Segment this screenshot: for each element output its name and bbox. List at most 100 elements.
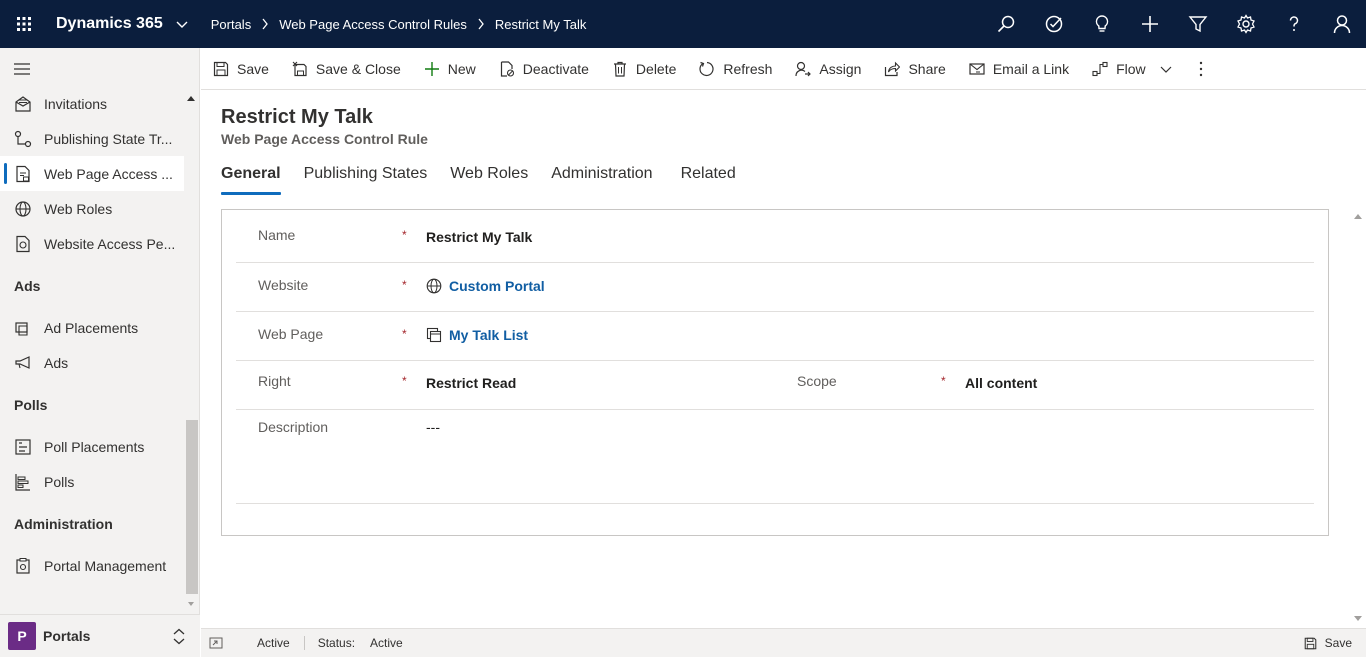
more-commands-button[interactable] xyxy=(1189,48,1213,90)
sidebar-item-label: Web Page Access ... xyxy=(44,165,173,182)
delete-button[interactable]: Delete xyxy=(600,48,687,90)
right-select[interactable]: Restrict Read xyxy=(426,375,516,391)
tab-general[interactable]: General xyxy=(221,165,281,195)
help-icon[interactable] xyxy=(1270,0,1318,48)
more-vertical-icon xyxy=(1199,61,1202,76)
save-and-close-label: Save & Close xyxy=(315,60,401,77)
breadcrumb-current-record: Restrict My Talk xyxy=(494,16,587,32)
delete-button-label: Delete xyxy=(635,60,677,77)
scope-select[interactable]: All content xyxy=(965,375,1037,391)
open-in-new-window-icon[interactable] xyxy=(209,637,223,649)
chevron-down-icon[interactable] xyxy=(1160,63,1172,75)
globe-icon xyxy=(426,278,442,294)
sidebar-item-web-roles[interactable]: Web Roles xyxy=(0,191,184,226)
task-icon[interactable] xyxy=(1030,0,1078,48)
chevron-down-icon[interactable] xyxy=(175,17,189,31)
deactivate-icon xyxy=(500,60,514,77)
save-button[interactable]: Save xyxy=(201,48,280,90)
sidebar-scrollbar-thumb[interactable] xyxy=(186,420,198,594)
record-entity-name: Web Page Access Control Rule xyxy=(221,131,428,147)
top-navigation-bar: Dynamics 365 Portals Web Page Access Con… xyxy=(0,0,1366,48)
save-icon xyxy=(1304,637,1316,649)
sidebar-item-website-access-permissions[interactable]: Website Access Pe... xyxy=(0,226,184,261)
sidebar-item-label: Publishing State Tr... xyxy=(44,130,173,147)
sidebar-item-web-page-access[interactable]: Web Page Access ... xyxy=(0,156,184,191)
sidebar-item-portal-management[interactable]: Portal Management xyxy=(0,548,184,583)
sidebar-item-label: Polls xyxy=(44,473,75,490)
status-bar: Active Status: Active Save xyxy=(201,628,1366,657)
sidebar-item-poll-placements[interactable]: Poll Placements xyxy=(0,429,184,464)
sidebar-item-label: Ad Placements xyxy=(44,319,139,336)
website-label: Website xyxy=(258,277,309,293)
save-close-icon xyxy=(292,61,307,76)
app-name[interactable]: Dynamics 365 xyxy=(56,15,163,33)
field-row-web-page: Web Page * My Talk List xyxy=(236,312,1314,361)
web-page-lookup[interactable]: My Talk List xyxy=(426,327,528,343)
email-a-link-label: Email a Link xyxy=(992,60,1070,77)
tab-administration[interactable]: Administration xyxy=(551,165,652,195)
email-a-link-button[interactable]: Email a Link xyxy=(957,48,1080,90)
plus-icon[interactable] xyxy=(1126,0,1174,48)
scroll-up-arrow-icon[interactable] xyxy=(187,96,195,101)
required-marker: * xyxy=(941,374,946,388)
refresh-icon xyxy=(699,61,714,76)
sidebar-group-administration: Administration xyxy=(14,516,113,532)
sidebar-item-label: Poll Placements xyxy=(44,438,145,455)
status-save-label: Save xyxy=(1324,636,1352,650)
scroll-down-arrow-icon[interactable] xyxy=(188,602,194,606)
poll-icon xyxy=(15,473,30,491)
field-row-name: Name * Restrict My Talk xyxy=(236,210,1314,263)
area-switcher[interactable]: P Portals xyxy=(0,614,200,657)
breadcrumb-portals[interactable]: Portals xyxy=(211,17,251,32)
right-label: Right xyxy=(258,373,291,389)
hamburger-menu-icon[interactable] xyxy=(14,63,30,75)
share-button-label: Share xyxy=(908,60,946,77)
area-badge: P xyxy=(8,622,36,650)
settings-icon[interactable] xyxy=(1222,0,1270,48)
scroll-down-arrow-icon[interactable] xyxy=(1354,616,1362,621)
portal-management-icon xyxy=(16,557,30,574)
web-page-label: Web Page xyxy=(258,326,324,342)
sidebar-item-publishing-state-transitions[interactable]: Publishing State Tr... xyxy=(0,121,184,156)
breadcrumb-access-rules[interactable]: Web Page Access Control Rules xyxy=(279,17,467,32)
flow-button[interactable]: Flow xyxy=(1080,48,1183,90)
save-and-close-button[interactable]: Save & Close xyxy=(280,48,412,90)
sidebar-item-label: Ads xyxy=(44,354,69,371)
status-divider xyxy=(303,636,305,650)
search-icon[interactable] xyxy=(982,0,1030,48)
sidebar-item-polls[interactable]: Polls xyxy=(0,464,184,499)
lightbulb-icon[interactable] xyxy=(1078,0,1126,48)
filter-icon[interactable] xyxy=(1174,0,1222,48)
tab-web-roles[interactable]: Web Roles xyxy=(450,165,528,195)
website-lookup[interactable]: Custom Portal xyxy=(426,278,545,294)
sitemap-sidebar: Invitations Publishing State Tr... Web P… xyxy=(0,48,200,657)
sidebar-item-label: Portal Management xyxy=(44,557,167,574)
required-marker: * xyxy=(402,278,407,292)
app-launcher-icon[interactable] xyxy=(0,0,48,48)
main-scrollbar[interactable] xyxy=(1350,209,1366,627)
status-save-button[interactable]: Save xyxy=(1304,636,1352,650)
user-icon[interactable] xyxy=(1318,0,1366,48)
new-button[interactable]: New xyxy=(412,48,487,90)
description-field[interactable]: --- xyxy=(426,419,440,435)
field-row-description: Description --- xyxy=(236,410,1314,504)
assign-button[interactable]: Assign xyxy=(783,48,872,90)
web-page-icon xyxy=(426,327,442,343)
web-page-lookup-value[interactable]: My Talk List xyxy=(449,327,528,343)
field-row-website: Website * Custom Portal xyxy=(236,263,1314,312)
save-icon xyxy=(213,61,229,76)
website-lookup-value[interactable]: Custom Portal xyxy=(449,278,545,294)
deactivate-button[interactable]: Deactivate xyxy=(487,48,600,90)
name-field[interactable]: Restrict My Talk xyxy=(426,229,532,245)
tab-related[interactable]: Related xyxy=(681,165,736,195)
sidebar-item-ad-placements[interactable]: Ad Placements xyxy=(0,310,184,345)
sidebar-item-invitations[interactable]: Invitations xyxy=(0,86,184,121)
tab-publishing-states[interactable]: Publishing States xyxy=(304,165,428,195)
sidebar-item-ads[interactable]: Ads xyxy=(0,345,184,380)
scroll-up-arrow-icon[interactable] xyxy=(1354,214,1362,219)
share-button[interactable]: Share xyxy=(872,48,956,90)
plus-icon xyxy=(424,61,439,76)
sidebar-item-label: Website Access Pe... xyxy=(44,235,176,252)
refresh-button[interactable]: Refresh xyxy=(687,48,783,90)
area-label: Portals xyxy=(43,628,91,644)
